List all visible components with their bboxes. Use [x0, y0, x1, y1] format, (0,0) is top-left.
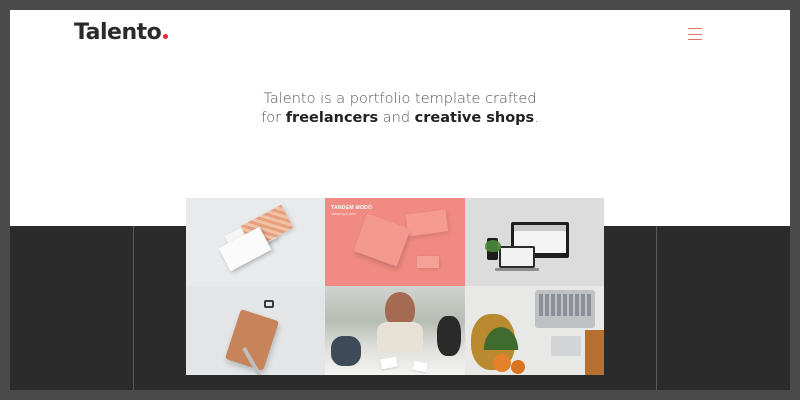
tagline-middle: and — [378, 110, 415, 126]
binder-clip-image — [264, 300, 274, 308]
portfolio-item-pink-branding[interactable]: TANDEM MODO branding & print — [325, 198, 465, 286]
trackpad-image — [551, 336, 581, 356]
person-image — [437, 316, 461, 356]
page-frame: Talento Talento is a portfolio template … — [10, 10, 790, 390]
laptop-base-image — [495, 268, 539, 271]
menu-button[interactable] — [688, 28, 702, 40]
book-image — [585, 330, 604, 375]
tagline-line-2: for freelancers and creative shops. — [10, 109, 790, 128]
tile-subtitle: branding & print — [331, 212, 356, 216]
logo-dot — [163, 34, 169, 39]
bag-image — [353, 213, 411, 267]
hamburger-icon-line-2 — [688, 33, 702, 35]
portfolio-item-business-cards[interactable] — [186, 198, 325, 286]
paper-image — [412, 360, 428, 373]
card-image — [417, 256, 439, 268]
portfolio-item-desk-pineapple[interactable] — [465, 286, 604, 375]
hamburger-icon-line-3 — [688, 39, 702, 40]
tagline-suffix: . — [534, 110, 539, 126]
laptop-image — [499, 246, 535, 268]
column-guide-left — [133, 226, 134, 390]
hero-tagline: Talento is a portfolio template crafted … — [10, 90, 790, 128]
paper-image — [380, 356, 398, 370]
column-guide-right — [656, 226, 657, 390]
person-image — [385, 292, 415, 326]
hero-section: Talento Talento is a portfolio template … — [10, 10, 790, 226]
portfolio-item-devices[interactable] — [465, 198, 604, 286]
keys-image — [539, 294, 591, 316]
tagline-bold-freelancers: freelancers — [285, 110, 379, 126]
hamburger-icon-line-1 — [688, 28, 702, 29]
portfolio-grid: TANDEM MODO branding & print — [186, 198, 604, 375]
orange-image — [493, 354, 511, 372]
logo[interactable]: Talento — [74, 20, 169, 45]
tile-title: TANDEM MODO — [331, 205, 373, 211]
orange-image — [511, 360, 525, 374]
tagline-line-1: Talento is a portfolio template crafted — [263, 91, 537, 107]
tagline-prefix: for — [261, 110, 286, 126]
portfolio-item-team-office[interactable] — [325, 286, 465, 375]
portfolio-item-notebook[interactable] — [186, 286, 325, 375]
person-image — [377, 322, 423, 352]
tagline-bold-creative-shops: creative shops — [414, 110, 535, 126]
envelope-image — [405, 209, 449, 237]
person-image — [331, 336, 361, 366]
logo-text: Talento — [74, 20, 162, 45]
plant-image — [485, 240, 501, 252]
